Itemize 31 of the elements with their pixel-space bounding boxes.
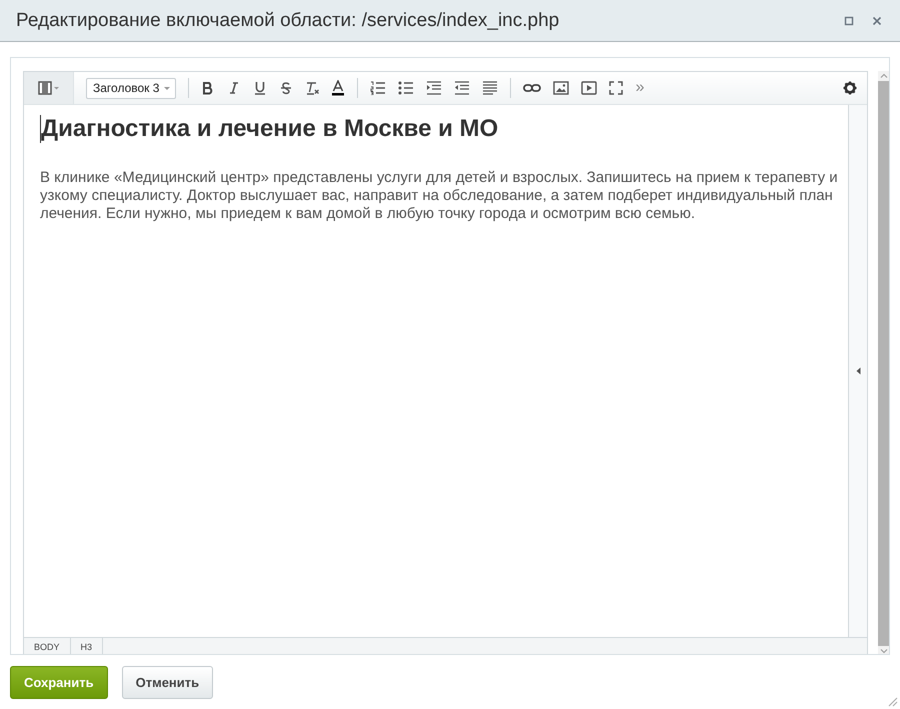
path-item[interactable]: BODY bbox=[24, 638, 71, 654]
cancel-button[interactable]: Отменить bbox=[122, 666, 214, 699]
maximize-icon[interactable] bbox=[844, 16, 854, 26]
video-icon[interactable] bbox=[581, 81, 598, 95]
link-icon[interactable] bbox=[523, 83, 542, 93]
caret-icon bbox=[163, 86, 172, 90]
close-icon[interactable] bbox=[872, 16, 882, 26]
indent-icon[interactable] bbox=[426, 81, 442, 95]
bulleted-list-icon[interactable] bbox=[398, 81, 414, 95]
settings-icon[interactable] bbox=[843, 81, 857, 95]
outdent-icon[interactable] bbox=[454, 81, 470, 95]
resize-grip-icon[interactable] bbox=[888, 697, 898, 707]
scroll-up-icon[interactable] bbox=[880, 73, 888, 78]
scroll-down-icon[interactable] bbox=[880, 649, 888, 654]
numbered-list-icon[interactable] bbox=[370, 81, 386, 95]
font-color-icon[interactable] bbox=[331, 80, 346, 96]
clear-format-icon[interactable] bbox=[305, 81, 320, 95]
style-dropdown[interactable]: Заголовок 3 bbox=[86, 78, 176, 98]
content-paragraph: В клинике «Медицинский центр» представлены услуги для детей и взрослых. Запишитесь на прием к терапевту и узкому специалисту. Доктор выслушает вас, направит на обследование, а затем подберет индивидуальный план лечения. Если нужно, мы приедем к вам домой в любую точку города и осмотрим всю семью. bbox=[40, 169, 839, 223]
strikethrough-icon[interactable] bbox=[279, 81, 294, 95]
fullscreen-icon[interactable] bbox=[609, 81, 624, 95]
image-icon[interactable] bbox=[553, 81, 570, 95]
film-strip-icon bbox=[38, 81, 60, 95]
align-icon[interactable] bbox=[482, 81, 498, 95]
underline-icon[interactable] bbox=[253, 81, 268, 95]
view-mode-button[interactable] bbox=[24, 72, 74, 104]
window-title: Редактирование включаемой области: /services/index_inc.php bbox=[16, 10, 560, 32]
bold-icon[interactable] bbox=[201, 81, 216, 95]
scrollbar[interactable] bbox=[878, 71, 889, 654]
collapse-arrow-icon[interactable] bbox=[856, 367, 860, 375]
path-item[interactable]: H3 bbox=[70, 638, 104, 654]
